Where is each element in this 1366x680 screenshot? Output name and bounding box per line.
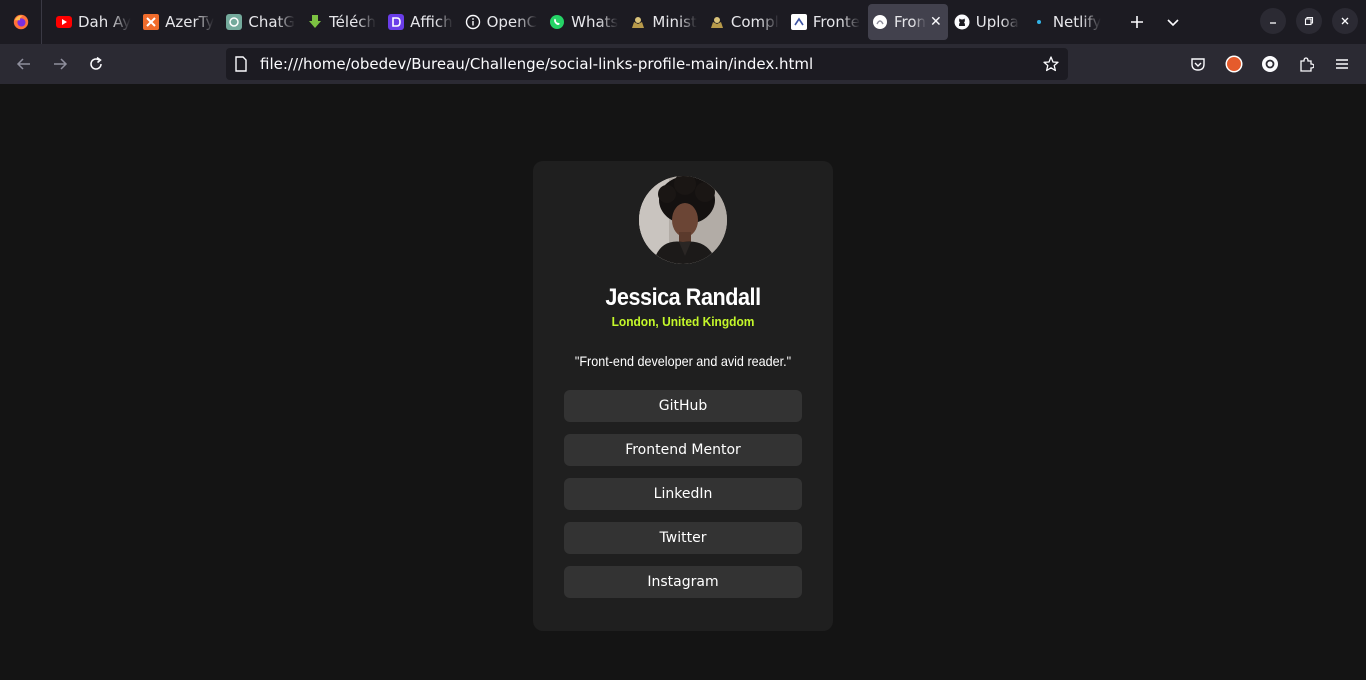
ministry-icon [630, 14, 646, 30]
github-link-button[interactable]: GitHub [564, 390, 802, 422]
tab-title: ChatG [248, 13, 296, 31]
url-bar[interactable]: file:///home/obedev/Bureau/Challenge/soc… [226, 48, 1068, 80]
linkedin-link-button[interactable]: LinkedIn [564, 478, 802, 510]
forward-button[interactable] [42, 48, 78, 80]
profile-location: London, United Kingdom [611, 314, 755, 329]
page-viewport: Jessica Randall London, United Kingdom "… [0, 84, 1366, 680]
tab-youtube[interactable]: Dah Ay [52, 4, 137, 40]
tab-netlify[interactable]: Netlify [1027, 4, 1108, 40]
app-menu-button[interactable] [1324, 48, 1360, 80]
tab-azerty[interactable]: AzerTy [139, 4, 220, 40]
tab-title: OpenC [486, 13, 538, 31]
close-tab-icon[interactable]: ✕ [930, 14, 942, 30]
page-icon [235, 56, 247, 72]
tab-affich[interactable]: Affich [384, 4, 459, 40]
tab-list: Dah Ay AzerTy ChatG Téléch Affich OpenC … [42, 0, 1109, 44]
tab-actions [1119, 4, 1191, 40]
account-avatar-icon [1225, 55, 1243, 73]
whatsapp-icon [549, 14, 565, 30]
frontend-icon [872, 14, 888, 30]
profile-card: Jessica Randall London, United Kingdom "… [533, 161, 833, 631]
tab-strip: Dah Ay AzerTy ChatG Téléch Affich OpenC … [0, 0, 1366, 44]
download-icon [307, 14, 323, 30]
youtube-icon [56, 14, 72, 30]
back-button[interactable] [6, 48, 42, 80]
bookmark-star-icon[interactable] [1042, 55, 1060, 73]
minimize-icon [1270, 22, 1276, 24]
back-arrow-icon [16, 58, 30, 70]
profile-name: Jessica Randall [605, 284, 761, 311]
close-icon [1341, 17, 1349, 25]
tab-title: Dah Ay [78, 13, 132, 31]
close-window-button[interactable] [1332, 8, 1358, 34]
tab-compl[interactable]: Compl [705, 4, 785, 40]
tab-frontend-1[interactable]: Fronte [787, 4, 866, 40]
puzzle-icon [1300, 57, 1314, 72]
tab-title: Whats [571, 13, 619, 31]
tab-title: Minist [652, 13, 697, 31]
frontend-mentor-link-button[interactable]: Frontend Mentor [564, 434, 802, 466]
extension-circle-icon [1262, 56, 1278, 72]
profile-bio: "Front-end developer and avid reader." [574, 353, 792, 369]
firefox-menu-button[interactable] [0, 0, 42, 44]
tab-title: Fronte [812, 13, 860, 31]
tab-title: AzerTy [165, 13, 215, 31]
github-icon [954, 14, 970, 30]
netlify-icon [1031, 14, 1047, 30]
toolbar-right [1180, 48, 1360, 80]
tab-ministere[interactable]: Minist [626, 4, 702, 40]
tab-title: Fron [893, 13, 927, 31]
minimize-button[interactable] [1260, 8, 1286, 34]
affich-icon [388, 14, 405, 30]
ministry-icon [709, 14, 725, 30]
azerty-icon [143, 14, 160, 30]
extension-button[interactable] [1252, 48, 1288, 80]
url-text[interactable]: file:///home/obedev/Bureau/Challenge/soc… [260, 55, 813, 73]
tab-title: Netlify [1052, 13, 1102, 31]
forward-arrow-icon [54, 58, 68, 70]
avatar [639, 176, 727, 264]
list-all-tabs-button[interactable] [1155, 4, 1191, 40]
reload-button[interactable] [78, 48, 114, 80]
frontend-icon [790, 14, 807, 30]
tab-title: Uploa [975, 13, 1019, 31]
info-icon [465, 14, 481, 30]
chevron-down-icon [1167, 19, 1179, 27]
restore-button[interactable] [1296, 8, 1322, 34]
firefox-icon [13, 14, 28, 30]
tab-frontend-active[interactable]: Fron ✕ [867, 4, 948, 40]
tab-title: Affich [410, 13, 453, 31]
hamburger-menu-icon [1336, 59, 1348, 69]
window-controls [1260, 8, 1358, 34]
pocket-button[interactable] [1180, 48, 1216, 80]
navigation-toolbar: file:///home/obedev/Bureau/Challenge/soc… [0, 44, 1366, 84]
tab-telecharger[interactable]: Téléch [303, 4, 382, 40]
instagram-link-button[interactable]: Instagram [564, 566, 802, 598]
tab-openc[interactable]: OpenC [461, 4, 544, 40]
tab-whatsapp[interactable]: Whats [545, 4, 624, 40]
social-links: GitHub Frontend Mentor LinkedIn Twitter … [533, 390, 833, 598]
new-tab-button[interactable] [1119, 4, 1155, 40]
restore-icon [1304, 16, 1314, 26]
profile-photo [639, 176, 727, 264]
plus-icon [1131, 16, 1144, 28]
pocket-icon [1191, 58, 1205, 71]
tab-title: Téléch [329, 13, 377, 31]
chatgpt-icon [226, 14, 243, 30]
twitter-link-button[interactable]: Twitter [564, 522, 802, 554]
reload-icon [90, 56, 102, 70]
tab-title: Compl [730, 13, 779, 31]
extensions-button[interactable] [1288, 48, 1324, 80]
tab-github[interactable]: Uploa [950, 4, 1025, 40]
tab-chatgpt[interactable]: ChatG [222, 4, 301, 40]
account-button[interactable] [1216, 48, 1252, 80]
